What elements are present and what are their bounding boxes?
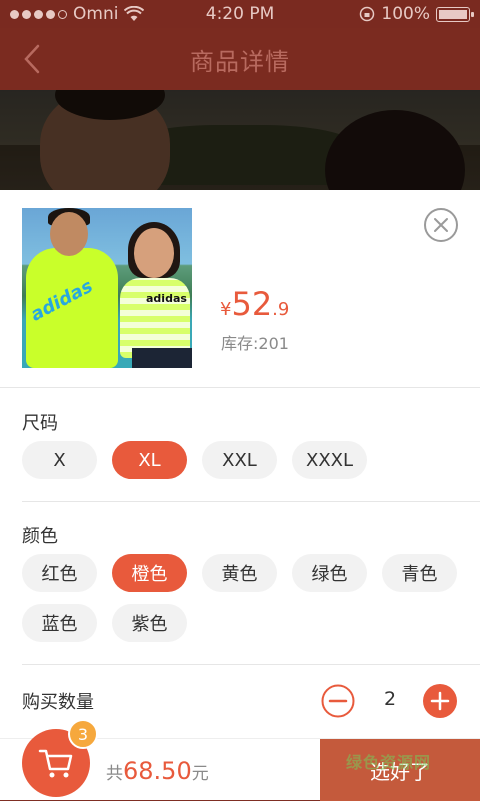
wifi-icon [124, 6, 145, 21]
back-arrow-icon[interactable] [18, 42, 48, 76]
quantity-value: 2 [383, 688, 397, 710]
color-option-blue[interactable]: 蓝色 [22, 604, 97, 642]
price-integer: 52 [231, 285, 273, 323]
size-option-x[interactable]: X [22, 441, 97, 479]
cart-icon [38, 749, 73, 778]
color-option-orange[interactable]: 橙色 [112, 554, 187, 592]
size-option-xxxl[interactable]: XXXL [292, 441, 367, 479]
color-option-green[interactable]: 绿色 [292, 554, 367, 592]
color-option-yellow[interactable]: 黄色 [202, 554, 277, 592]
plus-icon[interactable] [423, 684, 457, 718]
cart-count-badge: 3 [68, 719, 98, 749]
product-price: ¥52.9 [220, 285, 289, 323]
carrier-name: Omni [73, 4, 119, 24]
sku-selection-panel: adidas adidas ¥52.9 库存:201 尺码 X XL XXL X… [0, 190, 480, 738]
stock-count: 库存:201 [221, 334, 289, 353]
product-thumbnail: adidas adidas [22, 208, 192, 368]
status-time: 4:20 PM [205, 4, 275, 24]
status-right: 100% [300, 4, 474, 24]
orientation-lock-icon [360, 6, 375, 22]
total-prefix: 共 [106, 764, 123, 784]
watermark-text: 绿色资源网 [346, 753, 432, 772]
battery-icon [436, 6, 474, 22]
price-currency: ¥ [220, 299, 232, 320]
status-bar: Omni 4:20 PM 100% [0, 0, 480, 28]
size-option-xxl[interactable]: XXL [202, 441, 277, 479]
signal-icon [10, 9, 67, 19]
size-option-xl[interactable]: XL [112, 441, 187, 479]
divider [22, 501, 480, 502]
divider [0, 387, 480, 388]
nav-header: 商品详情 [0, 28, 480, 90]
color-option-red[interactable]: 红色 [22, 554, 97, 592]
total-price: 共68.50元 [106, 757, 209, 785]
status-left: Omni [10, 4, 180, 24]
page-title: 商品详情 [190, 47, 290, 76]
bottom-bar: 3 共68.50元 选好了 绿色资源网 [0, 719, 480, 801]
total-amount: 68.50 [123, 757, 192, 785]
quantity-label: 购买数量 [22, 692, 94, 713]
battery-percent: 100% [381, 4, 430, 24]
divider [22, 664, 480, 665]
color-option-purple[interactable]: 紫色 [112, 604, 187, 642]
minus-icon[interactable] [321, 684, 355, 718]
price-decimal: .9 [272, 299, 290, 320]
size-label: 尺码 [22, 413, 58, 434]
total-unit: 元 [191, 764, 209, 784]
close-icon[interactable] [423, 207, 459, 243]
product-banner-image [0, 90, 480, 190]
color-label: 颜色 [22, 526, 58, 547]
color-option-cyan[interactable]: 青色 [382, 554, 457, 592]
